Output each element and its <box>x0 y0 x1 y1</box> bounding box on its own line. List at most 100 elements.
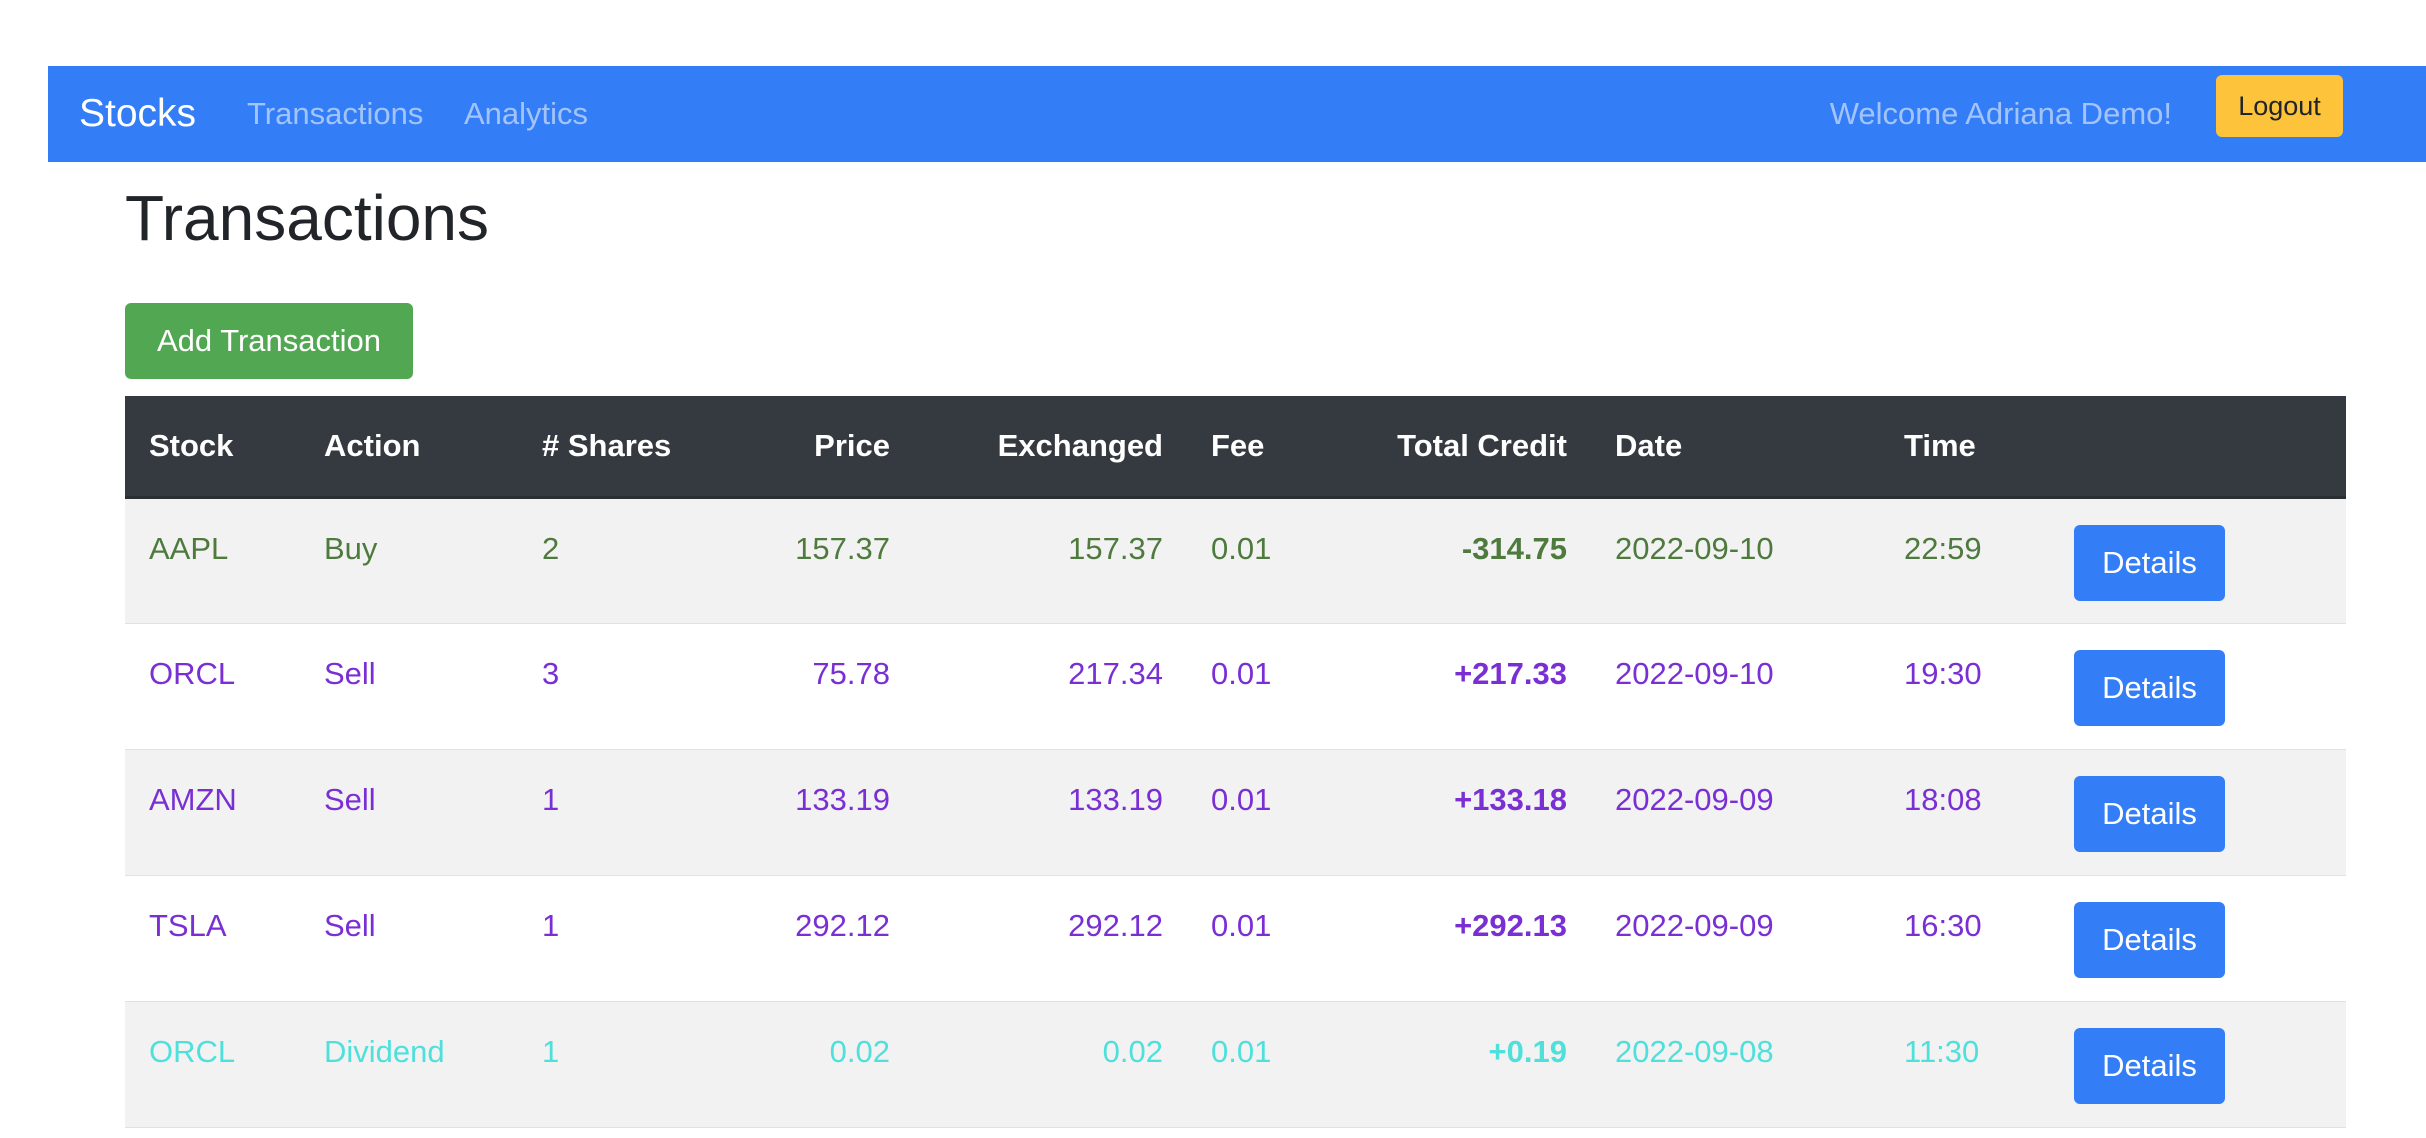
fee-cell: 0.01 <box>1187 497 1342 624</box>
add-transaction-button[interactable]: Add Transaction <box>125 303 413 379</box>
action-cell: Buy <box>300 497 518 624</box>
fee-cell-text: 0.01 <box>1211 530 1272 566</box>
exchanged-cell-text: 292.12 <box>1068 908 1163 943</box>
action-cell-text: Dividend <box>324 1034 445 1069</box>
time-cell: 16:30 <box>1880 875 2050 1002</box>
transactions-table: Stock Action # Shares Price Exchanged Fe… <box>125 396 2346 1128</box>
fee-cell: 0.01 <box>1187 875 1342 1002</box>
total-credit-cell: +133.18 <box>1342 749 1591 876</box>
actions-cell: Details <box>2050 875 2346 1002</box>
date-cell-text: 2022-09-08 <box>1615 1034 1774 1069</box>
exchanged-cell-text: 157.37 <box>1068 530 1163 566</box>
action-cell-text: Sell <box>324 908 376 943</box>
date-cell: 2022-09-08 <box>1591 1001 1880 1128</box>
shares-cell-text: 3 <box>542 656 560 691</box>
nav-link-transactions[interactable]: Transactions <box>247 66 423 162</box>
column-header-stock: Stock <box>125 396 300 499</box>
time-cell: 18:08 <box>1880 749 2050 876</box>
fee-cell-text: 0.01 <box>1211 1034 1272 1069</box>
time-cell-text: 19:30 <box>1904 656 1982 691</box>
time-cell: 11:30 <box>1880 1001 2050 1128</box>
table-header-row: Stock Action # Shares Price Exchanged Fe… <box>125 396 2346 499</box>
shares-cell: 1 <box>518 749 751 876</box>
date-cell-text: 2022-09-10 <box>1615 530 1774 566</box>
date-cell: 2022-09-10 <box>1591 623 1880 750</box>
actions-cell: Details <box>2050 497 2346 624</box>
price-cell-text: 0.02 <box>829 1034 890 1069</box>
total-credit-cell: +0.19 <box>1342 1001 1591 1128</box>
exchanged-cell-text: 133.19 <box>1068 782 1163 817</box>
action-cell: Dividend <box>300 1001 518 1128</box>
actions-cell: Details <box>2050 623 2346 750</box>
stock-cell: AAPL <box>125 497 300 624</box>
column-header-shares: # Shares <box>518 396 751 499</box>
action-cell-text: Buy <box>324 530 378 566</box>
price-cell-text: 292.12 <box>795 908 890 943</box>
exchanged-cell: 157.37 <box>914 497 1187 624</box>
total-credit-cell-text: +217.33 <box>1454 656 1567 691</box>
details-button[interactable]: Details <box>2074 776 2225 852</box>
total-credit-cell-text: +292.13 <box>1454 908 1567 943</box>
fee-cell-text: 0.01 <box>1211 782 1272 817</box>
column-header-date: Date <box>1591 396 1880 499</box>
date-cell-text: 2022-09-09 <box>1615 782 1774 817</box>
column-header-exchanged: Exchanged <box>914 396 1187 499</box>
details-button[interactable]: Details <box>2074 1028 2225 1104</box>
stock-cell-text: ORCL <box>149 656 236 691</box>
brand-link[interactable]: Stocks <box>79 66 196 162</box>
stock-cell-text: AMZN <box>149 782 237 817</box>
exchanged-cell: 217.34 <box>914 623 1187 750</box>
action-cell-text: Sell <box>324 656 376 691</box>
column-header-price: Price <box>751 396 914 499</box>
stock-cell: ORCL <box>125 1001 300 1128</box>
column-header-fee: Fee <box>1187 396 1342 499</box>
table-row: ORCL Dividend 1 0.02 0.02 0.01 +0.19 2022-09-08… <box>125 1001 2346 1128</box>
stock-cell-text: ORCL <box>149 1034 236 1069</box>
fee-cell: 0.01 <box>1187 749 1342 876</box>
time-cell-text: 22:59 <box>1904 530 1982 566</box>
time-cell: 19:30 <box>1880 623 2050 750</box>
time-cell: 22:59 <box>1880 497 2050 624</box>
total-credit-cell-text: +0.19 <box>1488 1034 1567 1069</box>
date-cell: 2022-09-10 <box>1591 497 1880 624</box>
navbar: Stocks Transactions Analytics Welcome Ad… <box>48 66 2426 162</box>
stock-cell: AMZN <box>125 749 300 876</box>
price-cell: 75.78 <box>751 623 914 750</box>
date-cell: 2022-09-09 <box>1591 749 1880 876</box>
fee-cell-text: 0.01 <box>1211 656 1272 691</box>
details-button[interactable]: Details <box>2074 524 2225 601</box>
shares-cell-text: 1 <box>542 782 560 817</box>
exchanged-cell: 133.19 <box>914 749 1187 876</box>
column-header-total-credit: Total Credit <box>1342 396 1591 499</box>
exchanged-cell-text: 0.02 <box>1102 1034 1163 1069</box>
stock-cell-text: TSLA <box>149 908 227 943</box>
table-row: AMZN Sell 1 133.19 133.19 0.01 +133.18 2022-09-… <box>125 749 2346 876</box>
details-button[interactable]: Details <box>2074 902 2225 978</box>
welcome-text: Welcome Adriana Demo! <box>1829 96 2172 131</box>
shares-cell-text: 1 <box>542 1034 560 1069</box>
time-cell-text: 11:30 <box>1904 1034 1980 1069</box>
price-cell: 157.37 <box>751 497 914 624</box>
total-credit-cell: +292.13 <box>1342 875 1591 1002</box>
actions-cell: Details <box>2050 1001 2346 1128</box>
fee-cell: 0.01 <box>1187 623 1342 750</box>
price-cell: 0.02 <box>751 1001 914 1128</box>
logout-button[interactable]: Logout <box>2216 75 2343 137</box>
price-cell-text: 133.19 <box>795 782 890 817</box>
details-button[interactable]: Details <box>2074 650 2225 726</box>
column-header-actions <box>2050 396 2346 499</box>
nav-link-analytics[interactable]: Analytics <box>464 66 588 162</box>
date-cell-text: 2022-09-10 <box>1615 656 1774 691</box>
date-cell-text: 2022-09-09 <box>1615 908 1774 943</box>
price-cell-text: 75.78 <box>812 656 890 691</box>
stock-cell: TSLA <box>125 875 300 1002</box>
shares-cell: 1 <box>518 1001 751 1128</box>
shares-cell: 2 <box>518 497 751 624</box>
stock-cell: ORCL <box>125 623 300 750</box>
exchanged-cell: 292.12 <box>914 875 1187 1002</box>
action-cell: Sell <box>300 749 518 876</box>
price-cell: 133.19 <box>751 749 914 876</box>
table-row: TSLA Sell 1 292.12 292.12 0.01 +292.13 2022-09-… <box>125 875 2346 1002</box>
column-header-time: Time <box>1880 396 2050 499</box>
shares-cell: 3 <box>518 623 751 750</box>
